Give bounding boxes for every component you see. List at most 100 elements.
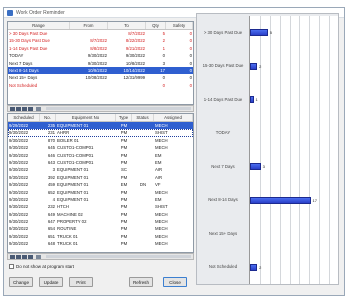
prev-record-button[interactable] xyxy=(16,254,21,259)
range-cell-range: TODAY xyxy=(9,53,24,59)
horizontal-scrollbar[interactable] xyxy=(46,255,191,258)
category-label: Next 7 Days xyxy=(211,163,235,169)
bar[interactable] xyxy=(250,62,258,70)
work-order-cell-assigned: MECH xyxy=(155,123,168,128)
work-order-cell-equip: AHRR xyxy=(57,130,70,136)
work-order-cell-equip: CUSTO1-COMP01 xyxy=(57,152,94,158)
work-order-cell-equip: TRUCK 01 xyxy=(57,233,78,239)
work-order-cell-sched: 9/30/2022 xyxy=(9,226,29,232)
range-cell-to: 9/30/2022 xyxy=(125,53,145,59)
add-record-button[interactable] xyxy=(36,106,41,111)
range-row[interactable]: 1-14 Days Past Due 8/8/2022 9/21/2022 1 0 xyxy=(8,45,193,52)
first-record-button[interactable] xyxy=(10,254,15,259)
plot-area: 5 2 1 3 17 2 xyxy=(249,16,338,284)
range-cell-from: 9/30/2022 xyxy=(87,53,107,59)
range-row[interactable]: Next 8-14 Days 10/9/2022 10/14/2022 17 0 xyxy=(8,66,193,75)
work-order-cell-no: 646 xyxy=(47,152,55,158)
work-order-row[interactable]: 9/30/2022 652 EQUIPMENT 01 PM MECH xyxy=(8,189,193,196)
range-cell-to xyxy=(108,82,146,89)
add-record-button[interactable] xyxy=(36,254,41,259)
col-range[interactable]: Range xyxy=(8,22,70,29)
work-order-row[interactable]: 9/30/2022 870 BOILER 01 PM MECH xyxy=(8,137,193,144)
col-safety[interactable]: Safety xyxy=(166,22,193,29)
col-status[interactable]: Status xyxy=(132,114,154,121)
last-record-button[interactable] xyxy=(28,254,33,259)
first-record-button[interactable] xyxy=(10,106,15,111)
col-from[interactable]: From xyxy=(70,22,108,29)
range-row[interactable]: TODAY 9/30/2022 9/30/2022 0 0 xyxy=(8,52,193,59)
work-order-cell-assigned: MECH xyxy=(155,137,168,143)
work-order-cell-assigned: EM xyxy=(155,152,162,158)
range-cell-from: 10/9/2022 xyxy=(87,67,107,73)
range-row[interactable]: > 30 Days Past Due 8/7/2022 5 0 xyxy=(8,30,193,37)
change-button[interactable]: Change xyxy=(9,277,33,287)
work-order-cell-equip: HTCH xyxy=(57,204,69,210)
prev-record-button[interactable] xyxy=(16,106,21,111)
due-range-chart: > 30 Days Past Due 15-30 Days Past Due 1-1… xyxy=(196,13,339,285)
work-order-cell-no: 3 xyxy=(52,167,55,173)
work-order-row[interactable]: 9/30/2022 654 ROUTINE PM MECH xyxy=(8,225,193,232)
work-order-row[interactable]: 9/30/2022 643 CUSTO1-COMP01 PM EM xyxy=(8,159,193,166)
work-order-row[interactable]: 9/30/2022 459 EQUIPMENT 01 EM DN VF xyxy=(8,181,193,188)
category-label: Not Scheduled xyxy=(208,264,238,270)
range-cell-safety: 0 xyxy=(189,60,192,66)
work-order-cell-assigned: MECH xyxy=(155,233,168,239)
update-button[interactable]: Update xyxy=(39,277,63,287)
no-show-checkbox[interactable] xyxy=(9,264,14,269)
col-type[interactable]: Type xyxy=(116,114,132,121)
work-order-grid: Scheduled No. Equipment No Type Status A… xyxy=(7,113,194,253)
col-assigned[interactable]: Assigned xyxy=(154,114,193,121)
no-show-option[interactable]: Do not show at program start xyxy=(9,264,74,269)
close-button[interactable]: Close xyxy=(163,277,187,287)
bar[interactable] xyxy=(250,96,254,104)
work-order-cell-equip: BOILER 01 xyxy=(57,137,79,143)
work-order-row[interactable]: 9/30/2022 647 PROPERTY 02 PM MECH xyxy=(8,218,193,225)
work-order-row[interactable]: 9/30/2022 231 AHRR PM SHIST xyxy=(8,129,193,137)
refresh-button[interactable]: Refresh xyxy=(129,277,153,287)
bar-value-label: 5 xyxy=(269,30,273,36)
range-cell-to: 10/14/2022 xyxy=(123,67,145,73)
work-order-cell-no: 645 xyxy=(47,145,55,151)
col-qty[interactable]: Qty xyxy=(146,22,166,29)
bar[interactable] xyxy=(250,163,261,171)
horizontal-scrollbar[interactable] xyxy=(46,107,191,110)
work-order-cell-assigned: MECH xyxy=(155,226,168,232)
col-equipment-no[interactable]: Equipment No xyxy=(56,114,116,121)
print-button[interactable]: Print xyxy=(69,277,93,287)
range-grid-navigator xyxy=(7,105,194,112)
work-order-row[interactable]: 9/30/2022 649 MACHINE 02 PM MECH xyxy=(8,211,193,218)
col-no[interactable]: No. xyxy=(40,114,56,121)
next-record-button[interactable] xyxy=(22,106,27,111)
work-order-row[interactable]: 9/30/2022 392 EQUIPMENT 01 PM AIR xyxy=(8,174,193,181)
work-order-row[interactable]: 9/30/2022 3 EQUIPMENT 01 SC AIR xyxy=(8,166,193,173)
last-record-button[interactable] xyxy=(28,106,33,111)
work-order-row[interactable]: 9/30/2022 648 TRUCK 01 PM MECH xyxy=(8,240,193,247)
next-record-button[interactable] xyxy=(22,254,27,259)
bar[interactable] xyxy=(250,263,258,271)
col-scheduled[interactable]: Scheduled xyxy=(8,114,40,121)
bar[interactable] xyxy=(250,196,311,204)
range-row[interactable]: Next 7 Days 9/30/2022 10/8/2022 3 0 xyxy=(8,60,193,67)
range-row[interactable]: Not Scheduled 0 0 xyxy=(8,82,193,89)
work-order-row[interactable]: 9/30/2022 232 HTCH PM SHIST xyxy=(8,203,193,210)
gridline xyxy=(289,16,291,284)
range-cell-qty: 0 xyxy=(162,75,165,81)
work-order-cell-assigned: MECH xyxy=(155,211,168,217)
work-order-cell-equip: EQUIPMENT 01 xyxy=(57,189,89,195)
work-order-cell-sched: 9/30/2022 xyxy=(9,137,29,143)
work-order-row[interactable]: 9/30/2022 645 CUSTO1-COMP01 PM MECH xyxy=(8,144,193,151)
bar[interactable] xyxy=(250,29,268,37)
work-order-row[interactable]: 9/30/2022 646 CUSTO1-COMP01 PM EM xyxy=(8,152,193,159)
range-row[interactable]: Next 15+ Days 10/08/2022 12/31/9999 0 0 xyxy=(8,74,193,81)
gridline xyxy=(259,16,261,284)
work-order-cell-assigned: SHIST xyxy=(155,204,168,210)
work-order-row[interactable]: 9/30/2022 4 EQUIPMENT 01 PM EM xyxy=(8,196,193,203)
col-to[interactable]: To xyxy=(108,22,146,29)
category-label: TODAY xyxy=(215,130,231,136)
category-label: 1-14 Days Past Due xyxy=(203,96,243,102)
range-cell-to: 8/7/2022 xyxy=(128,31,145,36)
app-icon xyxy=(7,9,13,16)
work-order-row[interactable]: 9/29/2022 235 EQUIPMENT 01 PM MECH xyxy=(8,122,193,130)
work-order-row[interactable]: 9/30/2022 651 TRUCK 01 PM MECH xyxy=(8,233,193,240)
range-row[interactable]: 15-30 Days Past Due 8/7/2022 8/22/2022 2 0 xyxy=(8,37,193,44)
